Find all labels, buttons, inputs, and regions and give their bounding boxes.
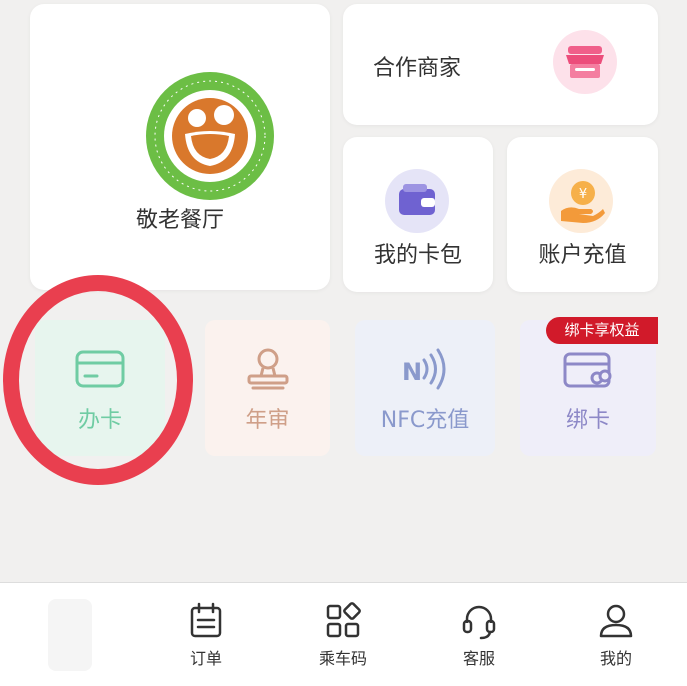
tab-customer-service[interactable]: 客服 bbox=[424, 583, 534, 686]
account-recharge-label: 账户充值 bbox=[538, 243, 627, 268]
my-card-wallet-label: 我的卡包 bbox=[373, 243, 462, 268]
svg-text:N: N bbox=[402, 358, 422, 386]
my-card-wallet-card[interactable]: 我的卡包 bbox=[343, 137, 493, 292]
bind-card-promo-badge: 绑卡享权益 bbox=[546, 317, 658, 344]
elderly-canteen-label: 敬老餐厅 bbox=[135, 208, 224, 233]
svg-text:¥: ¥ bbox=[579, 187, 587, 202]
account-recharge-card[interactable]: ¥ 账户充值 bbox=[507, 137, 658, 292]
coin-hand-icon: ¥ bbox=[547, 167, 615, 235]
annual-review-tile[interactable]: 年审 bbox=[205, 320, 330, 456]
tab-ride-code-label: 乘车码 bbox=[318, 649, 367, 668]
headset-icon bbox=[459, 601, 499, 641]
tab-orders[interactable]: 订单 bbox=[151, 583, 261, 686]
grid-code-icon bbox=[323, 601, 363, 641]
elderly-canteen-card[interactable]: 敬老餐厅 bbox=[30, 4, 330, 290]
shop-icon bbox=[551, 28, 619, 96]
calendar-icon bbox=[186, 601, 226, 641]
card-icon bbox=[35, 346, 165, 392]
card-link-icon bbox=[520, 346, 656, 392]
tab-ride-code[interactable]: 乘车码 bbox=[288, 583, 398, 686]
stamp-icon bbox=[205, 346, 330, 392]
bind-card-label: 绑卡 bbox=[565, 408, 610, 433]
bottom-tab-bar: 订单 乘车码 客服 我的 bbox=[0, 582, 687, 686]
tab-mine-label: 我的 bbox=[599, 649, 632, 668]
tab-orders-label: 订单 bbox=[189, 649, 222, 668]
partner-merchants-card[interactable]: 合作商家 bbox=[343, 4, 658, 125]
annual-review-label: 年审 bbox=[245, 408, 290, 433]
partner-merchants-label: 合作商家 bbox=[373, 56, 462, 81]
wallet-icon bbox=[383, 167, 451, 235]
nfc-recharge-tile[interactable]: N NFC充值 bbox=[355, 320, 495, 456]
nfc-icon: N bbox=[355, 346, 495, 392]
elderly-canteen-logo-icon bbox=[135, 66, 285, 206]
user-icon bbox=[596, 601, 636, 641]
tab-placeholder bbox=[48, 599, 92, 671]
tab-customer-service-label: 客服 bbox=[462, 649, 495, 668]
tab-mine[interactable]: 我的 bbox=[561, 583, 671, 686]
apply-card-tile[interactable]: 办卡 bbox=[35, 320, 165, 456]
nfc-recharge-label: NFC充值 bbox=[380, 408, 470, 433]
apply-card-label: 办卡 bbox=[77, 408, 122, 433]
